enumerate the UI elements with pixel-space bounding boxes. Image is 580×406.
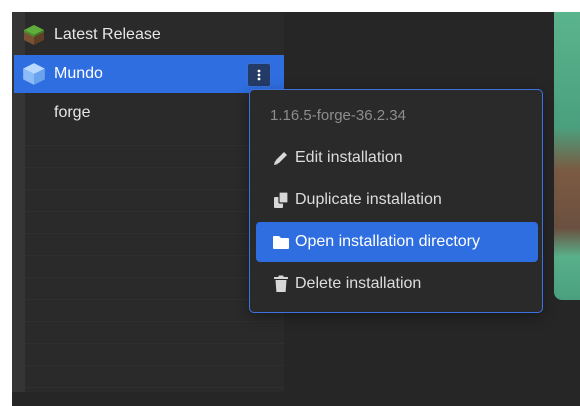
sidebar-item-mundo[interactable]: Mundo [14, 55, 284, 93]
menu-item-label: Edit installation [295, 149, 403, 166]
menu-item-duplicate-installation[interactable]: Duplicate installation [256, 180, 538, 220]
sidebar-bottom-bar [12, 392, 284, 406]
sidebar-item-forge[interactable]: forge [14, 94, 284, 132]
menu-item-label: Duplicate installation [295, 191, 442, 208]
menu-item-label: Delete installation [295, 275, 422, 292]
cube-icon [14, 55, 54, 93]
copy-icon [269, 191, 293, 209]
launcher-window: Latest Release Mundo forge 1.16.5-forge-… [0, 0, 580, 406]
menu-item-edit-installation[interactable]: Edit installation [256, 138, 538, 178]
more-options-button[interactable] [247, 63, 271, 87]
frame-top-margin [0, 0, 580, 12]
installation-context-menu: 1.16.5-forge-36.2.34 Edit installation D… [249, 89, 543, 313]
trash-icon [269, 275, 293, 293]
sidebar-item-label: Latest Release [54, 26, 161, 43]
sidebar-item-latest-release[interactable]: Latest Release [14, 16, 284, 54]
sidebar-item-label: Mundo [54, 65, 103, 82]
grass-block-icon [14, 16, 54, 54]
menu-item-open-installation-directory[interactable]: Open installation directory [256, 222, 538, 262]
sidebar-item-label: forge [54, 104, 91, 121]
menu-item-delete-installation[interactable]: Delete installation [256, 264, 538, 304]
version-label: 1.16.5-forge-36.2.34 [270, 107, 406, 124]
kebab-icon [257, 69, 261, 81]
sidebar-empty-rows [25, 124, 284, 392]
menu-item-label: Open installation directory [295, 233, 480, 250]
blank-icon-slot [14, 94, 54, 132]
installation-preview-image [554, 12, 580, 300]
folder-icon [269, 234, 293, 250]
frame-left-margin [0, 0, 12, 406]
pencil-icon [269, 149, 293, 167]
